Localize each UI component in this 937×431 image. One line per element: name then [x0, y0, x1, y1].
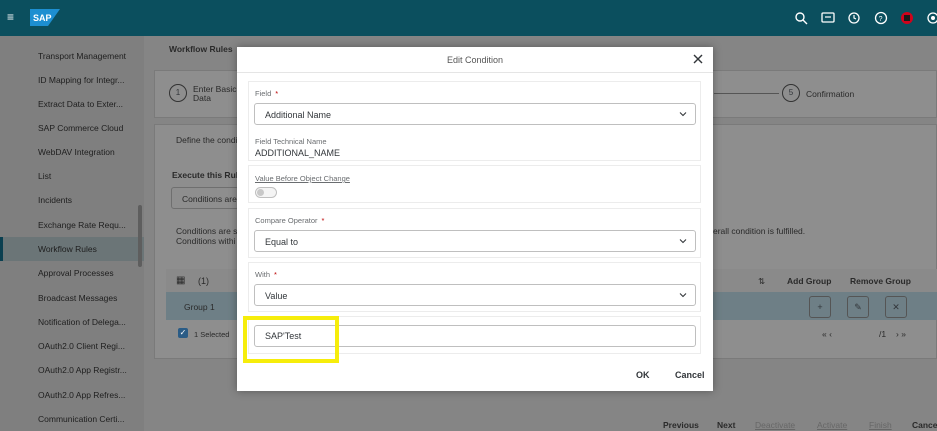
chevron-down-icon[interactable] — [679, 291, 687, 299]
field-label: Field * — [255, 89, 279, 98]
page-title: Workflow Rules — [169, 44, 233, 54]
svg-text:SAP: SAP — [33, 13, 52, 23]
step-5-label: Confirmation — [806, 89, 855, 99]
sidebar-item-exchange-rate[interactable]: Exchange Rate Requ... — [0, 213, 144, 237]
sidebar-item-workflow-rules[interactable]: Workflow Rules — [0, 237, 144, 261]
sidebar-item-broadcast-messages[interactable]: Broadcast Messages — [0, 286, 144, 310]
overall-condition-text: erall condition is fulfilled. — [713, 226, 806, 236]
execute-label: Execute this Rul — [172, 170, 239, 180]
pager-total: /1 — [879, 329, 887, 339]
settings-icon[interactable] — [926, 11, 937, 25]
with-card: With * Value — [248, 262, 701, 312]
value-before-card: Value Before Object Change — [248, 165, 701, 203]
menu-icon[interactable]: ≡ — [7, 10, 14, 24]
sort-icon[interactable]: ⇅ — [758, 276, 765, 287]
help-icon[interactable]: ? — [874, 11, 888, 25]
close-icon[interactable] — [691, 52, 705, 66]
finish-button[interactable]: Finish — [869, 420, 892, 430]
value-before-label: Value Before Object Change — [255, 174, 350, 183]
dialog-footer: OK Cancel — [237, 363, 713, 391]
field-select[interactable]: Additional Name — [254, 103, 696, 125]
sidebar-item-list[interactable]: List — [0, 164, 144, 188]
sidebar-item-oauth-app-refresh[interactable]: OAuth2.0 App Refres... — [0, 383, 144, 407]
sidebar-item-sap-commerce-cloud[interactable]: SAP Commerce Cloud — [0, 116, 144, 140]
sidebar-item-id-mapping[interactable]: ID Mapping for Integr... — [0, 68, 144, 92]
chevron-down-icon[interactable] — [679, 237, 687, 245]
sidebar-item-notification-of-delegation[interactable]: Notification of Delega... — [0, 310, 144, 334]
add-group-button[interactable]: Add Group — [787, 276, 831, 286]
selected-count: 1 Selected — [194, 330, 230, 339]
search-icon[interactable] — [794, 11, 808, 25]
select-checkbox[interactable]: ✓ — [178, 328, 188, 338]
with-label: With * — [255, 270, 277, 279]
sidebar-item-incidents[interactable]: Incidents — [0, 188, 144, 212]
technical-name-value: ADDITIONAL_NAME — [255, 148, 341, 158]
conditions-select[interactable]: Conditions are — [171, 187, 239, 209]
wizard-cancel-button[interactable]: Cance — [912, 420, 937, 430]
compare-operator-card: Compare Operator * Equal to — [248, 208, 701, 258]
value-before-toggle[interactable] — [255, 187, 277, 198]
step-connector — [714, 93, 779, 94]
sidebar-item-webdav-integration[interactable]: WebDAV Integration — [0, 140, 144, 164]
compare-operator-select[interactable]: Equal to — [254, 230, 696, 252]
compare-operator-label: Compare Operator * — [255, 216, 325, 225]
history-icon[interactable] — [847, 11, 861, 25]
sidebar: Transport Management ID Mapping for Inte… — [0, 36, 144, 431]
group-name: Group 1 — [184, 302, 215, 312]
table-settings-icon[interactable]: ▦ — [176, 275, 185, 286]
conditions-text-line1: Conditions are s — [176, 226, 238, 236]
ok-button[interactable]: OK — [636, 370, 650, 380]
next-button[interactable]: Next — [717, 420, 735, 430]
add-condition-button[interactable]: + — [809, 296, 831, 318]
delete-condition-button[interactable]: ✕ — [885, 296, 907, 318]
step-5-indicator[interactable]: 5 — [782, 84, 800, 102]
previous-button[interactable]: Previous — [663, 420, 699, 430]
feedback-icon[interactable] — [821, 11, 835, 25]
with-value: Value — [265, 291, 288, 301]
svg-text:?: ? — [879, 16, 883, 23]
activate-button[interactable]: Activate — [817, 420, 847, 430]
notifications-icon[interactable] — [900, 11, 914, 25]
pager-first-icon[interactable]: « ‹ — [822, 329, 832, 339]
highlight-box — [243, 316, 339, 363]
group-count: (1) — [198, 276, 209, 286]
define-text: Define the condi — [176, 135, 238, 145]
field-value: Additional Name — [265, 110, 332, 120]
technical-name-label: Field Technical Name — [255, 137, 327, 146]
step-1-label-line2: Data — [193, 93, 211, 103]
sidebar-item-transport-management[interactable]: Transport Management — [0, 44, 144, 68]
remove-group-button[interactable]: Remove Group — [850, 276, 911, 286]
sidebar-item-oauth-app-registration[interactable]: OAuth2.0 App Registr... — [0, 358, 144, 382]
sap-logo[interactable]: SAP — [30, 9, 60, 26]
with-select[interactable]: Value — [254, 284, 696, 306]
edit-condition-button[interactable]: ✎ — [847, 296, 869, 318]
sidebar-item-extract-data[interactable]: Extract Data to Exter... — [0, 92, 144, 116]
sidebar-scrollbar[interactable] — [138, 205, 142, 267]
sidebar-item-oauth-client[interactable]: OAuth2.0 Client Regi... — [0, 334, 144, 358]
shell-bar: ≡ SAP ? — [0, 0, 937, 36]
sidebar-item-communication-certificates[interactable]: Communication Certi... — [0, 407, 144, 431]
sidebar-item-approval-processes[interactable]: Approval Processes — [0, 261, 144, 285]
compare-operator-value: Equal to — [265, 237, 299, 247]
conditions-text-line2: Conditions withi — [176, 236, 236, 246]
toggle-knob — [257, 189, 264, 196]
field-card: Field * Additional Name Field Technical N… — [248, 81, 701, 161]
deactivate-button[interactable]: Deactivate — [755, 420, 795, 430]
pager-next-icon[interactable]: › » — [896, 329, 906, 339]
step-1-indicator[interactable]: 1 — [169, 84, 187, 102]
dialog-title: Edit Condition — [446, 55, 504, 65]
cancel-button[interactable]: Cancel — [675, 370, 705, 380]
chevron-down-icon[interactable] — [679, 110, 687, 118]
